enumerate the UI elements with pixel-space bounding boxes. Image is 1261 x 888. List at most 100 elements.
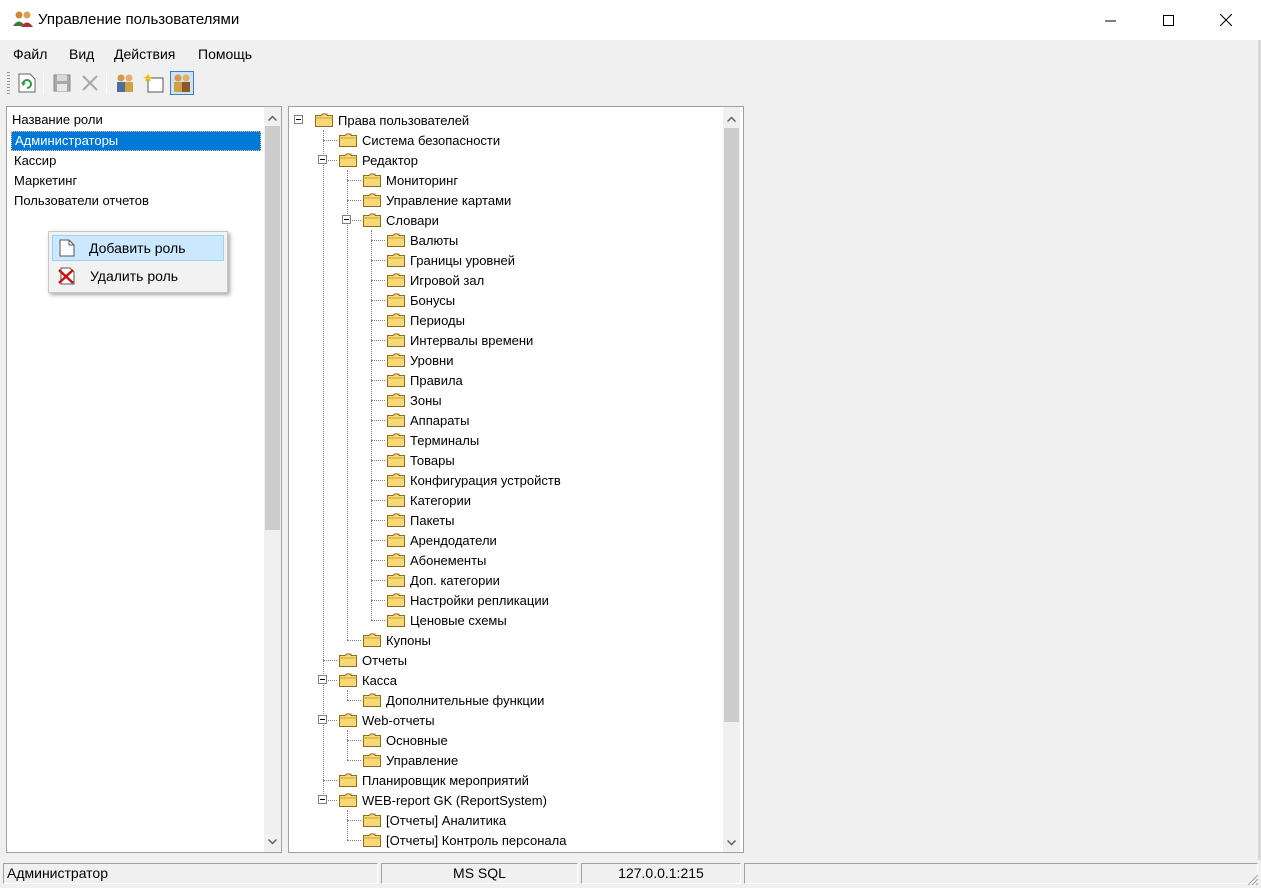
minimize-button[interactable] [1081, 0, 1139, 40]
rights-button[interactable] [170, 71, 194, 95]
folder-icon [387, 273, 405, 287]
tree-node[interactable]: Интервалы времени [387, 330, 533, 350]
tree-node-label: Интервалы времени [410, 332, 534, 348]
tree-node[interactable]: Игровой зал [387, 270, 484, 290]
refresh-icon [18, 73, 36, 93]
tree-node[interactable]: Арендодатели [387, 530, 497, 550]
tree-node[interactable]: Настройки репликации [387, 590, 549, 610]
new-document-icon [59, 239, 75, 257]
tree-node[interactable]: Купоны [363, 630, 431, 650]
users-button[interactable] [113, 71, 137, 95]
tree-node[interactable]: Управление [363, 750, 458, 770]
collapse-toggle[interactable] [294, 115, 303, 124]
tree-node[interactable]: Уровни [387, 350, 453, 370]
tree-node[interactable]: Словари [363, 210, 439, 230]
permissions-tree[interactable]: Права пользователей Система безопасности Р… [288, 106, 744, 853]
tree-node[interactable]: Отчеты [339, 650, 407, 670]
tree-node[interactable]: Абонементы [387, 550, 486, 570]
role-item[interactable]: Маркетинг [11, 171, 261, 191]
refresh-button[interactable] [15, 71, 39, 95]
tree-node[interactable]: Категории [387, 490, 471, 510]
menu-actions[interactable]: Действия [114, 46, 175, 62]
tree-node[interactable]: Основные [363, 730, 448, 750]
tree-node[interactable]: Бонусы [387, 290, 455, 310]
tree-node[interactable]: WEB-report GK (ReportSystem) [339, 790, 547, 810]
tree-connector [347, 760, 361, 761]
scroll-up-button[interactable] [264, 109, 281, 126]
tree-node[interactable]: Доп. категории [387, 570, 500, 590]
add-role-menu-item[interactable]: Добавить роль [52, 235, 224, 261]
tree-node[interactable]: Пакеты [387, 510, 455, 530]
tree-node[interactable]: Валюты [387, 230, 458, 250]
tree-node[interactable]: Зоны [387, 390, 442, 410]
tree-connector [371, 600, 385, 601]
tree-node[interactable]: Права пользователей [315, 110, 469, 130]
role-item[interactable]: Кассир [11, 151, 261, 171]
roles-scrollbar[interactable] [264, 107, 281, 852]
tree-connector [371, 620, 385, 621]
save-button[interactable] [50, 71, 74, 95]
close-button[interactable] [1197, 0, 1255, 40]
tree-node-label: Зоны [410, 392, 442, 408]
collapse-toggle[interactable] [318, 155, 327, 164]
tree-node-label: [Отчеты] Аналитика [386, 812, 507, 828]
tree-node[interactable]: Ценовые схемы [387, 610, 507, 630]
tree-node[interactable]: Конфигурация устройств [387, 470, 561, 490]
collapse-toggle[interactable] [318, 795, 327, 804]
resize-grip-icon[interactable] [1245, 872, 1259, 886]
tree-node[interactable]: Терминалы [387, 430, 479, 450]
tree-node[interactable]: Товары [387, 450, 455, 470]
tree-node[interactable]: [Отчеты] Контроль персонала [363, 830, 566, 850]
roles-column-header[interactable]: Название роли [8, 111, 263, 129]
tree-node[interactable]: Система безопасности [339, 130, 500, 150]
tree-scrollbar[interactable] [723, 107, 740, 852]
tree-node[interactable]: Мониторинг [363, 170, 458, 190]
folder-icon [387, 453, 405, 467]
tree-node-label: Абонементы [410, 552, 487, 568]
tree-connector [371, 420, 385, 421]
tree-node-label: Пакеты [410, 512, 455, 528]
tree-node[interactable]: Аппараты [387, 410, 469, 430]
menu-view[interactable]: Вид [69, 46, 94, 62]
delete-role-menu-item[interactable]: Удалить роль [52, 263, 224, 289]
tree-node[interactable]: Периоды [387, 310, 465, 330]
collapse-toggle[interactable] [318, 715, 327, 724]
tree-node[interactable]: Касса [339, 670, 397, 690]
delete-role-label: Удалить роль [90, 268, 179, 284]
tree-node-label: [Отчеты] Контроль персонала [386, 832, 567, 848]
tree-node[interactable]: Редактор [339, 150, 418, 170]
tree-connector [323, 660, 337, 661]
tree-node[interactable]: [Отчеты] Аналитика [363, 810, 506, 830]
collapse-toggle[interactable] [318, 675, 327, 684]
minimize-icon [1104, 20, 1116, 21]
collapse-toggle[interactable] [342, 215, 351, 224]
folder-icon [339, 153, 357, 167]
tree-connector [371, 580, 385, 581]
maximize-button[interactable] [1139, 0, 1197, 40]
tree-node[interactable]: Правила [387, 370, 463, 390]
delete-button[interactable] [78, 71, 102, 95]
user-rights-icon [174, 74, 190, 92]
scroll-down-button[interactable] [264, 833, 281, 850]
tree-node[interactable]: Планировщик мероприятий [339, 770, 529, 790]
role-item[interactable]: Пользователи отчетов [11, 191, 261, 211]
tree-node-label: Ценовые схемы [410, 612, 507, 628]
tree-node[interactable]: Дополнительные функции [363, 690, 544, 710]
scroll-up-button[interactable] [723, 110, 740, 127]
scroll-down-button[interactable] [723, 834, 740, 851]
tree-node[interactable]: Границы уровней [387, 250, 515, 270]
tree-node[interactable]: Web-отчеты [339, 710, 435, 730]
status-database: MS SQL [381, 863, 578, 884]
folder-icon [339, 713, 357, 727]
scroll-thumb[interactable] [265, 126, 280, 530]
new-role-button[interactable] [142, 71, 166, 95]
tree-node[interactable]: Управление картами [363, 190, 511, 210]
menu-file[interactable]: Файл [13, 46, 47, 62]
scroll-thumb[interactable] [724, 128, 739, 722]
folder-icon [387, 313, 405, 327]
tree-connector [323, 130, 324, 800]
roles-list[interactable]: Название роли Администраторы Кассир Марк… [6, 106, 282, 853]
folder-icon [387, 593, 405, 607]
role-item[interactable]: Администраторы [11, 131, 261, 151]
menu-help[interactable]: Помощь [198, 46, 252, 62]
